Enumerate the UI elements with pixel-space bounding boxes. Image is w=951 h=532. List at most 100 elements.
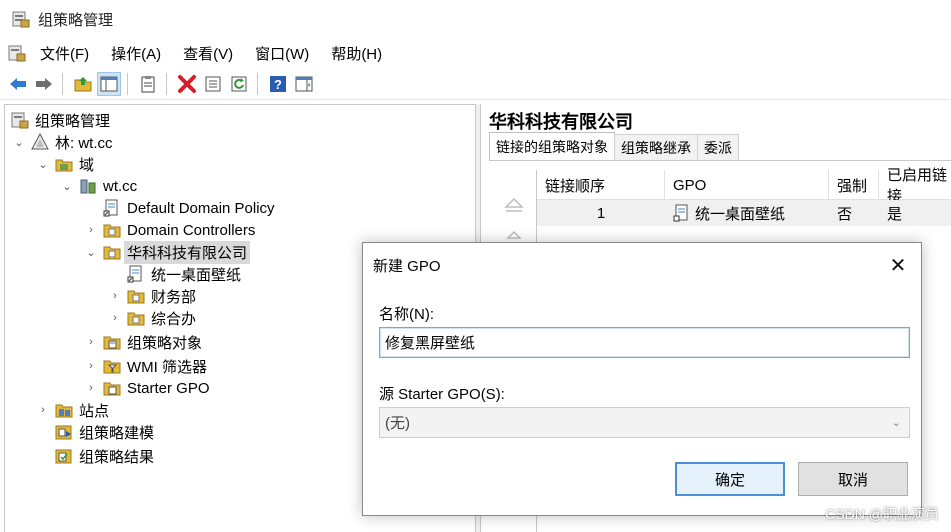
menu-view[interactable]: 查看(V) (179, 43, 237, 64)
tree-item-gpo-objects[interactable]: › 组策略对象 (85, 331, 202, 353)
move-to-top-icon[interactable] (503, 196, 525, 216)
dialog-titlebar: 新建 GPO ✕ (363, 243, 921, 287)
gpo-link-icon (673, 204, 688, 222)
toolbar: ? (0, 68, 951, 100)
tree-label: 综合办 (151, 310, 197, 328)
show-tree-icon[interactable] (97, 71, 121, 96)
toolbar-separator (257, 72, 258, 95)
properties-icon[interactable] (201, 72, 225, 96)
tree-item-gpo-link[interactable]: 统一桌面壁纸 (127, 263, 241, 285)
ou-folder-icon (103, 246, 121, 260)
tree-label: 华科科技有限公司 (124, 240, 251, 264)
menubar: 文件(F) 操作(A) 查看(V) 窗口(W) 帮助(H) (0, 40, 951, 66)
column-link-enabled[interactable]: 已启用链接 (879, 167, 951, 205)
column-gpo[interactable]: GPO (665, 170, 829, 200)
chevron-right-icon[interactable]: › (109, 290, 121, 302)
tree-label: 组策略建模 (79, 424, 155, 442)
domains-folder-icon (55, 159, 73, 172)
delete-icon[interactable] (175, 72, 199, 96)
chevron-right-icon[interactable]: › (85, 382, 97, 394)
watermark: CSDN @职业演员 (825, 506, 939, 522)
tab-linked-gpos[interactable]: 链接的组策略对象 (489, 132, 615, 160)
tree-item-ou-general[interactable]: › 综合办 (109, 307, 196, 329)
chevron-right-icon[interactable]: › (37, 404, 49, 416)
tree-label: 域 (79, 156, 95, 174)
clipboard-icon[interactable] (136, 72, 160, 96)
ou-folder-icon (127, 290, 145, 304)
tree-label: Starter GPO (127, 379, 210, 397)
name-label: 名称(N): (379, 306, 434, 323)
tree-item-domain[interactable]: ⌄ wt.cc (61, 175, 137, 197)
tree-item-forest[interactable]: ⌄ 林: wt.cc (13, 131, 113, 153)
chevron-down-icon[interactable]: ⌄ (61, 180, 73, 193)
tree-label: 组策略结果 (79, 448, 155, 466)
tree-label: Default Domain Policy (127, 199, 275, 217)
tree-item-modeling[interactable]: 组策略建模 (55, 421, 154, 443)
window-title: 组策略管理 (38, 11, 114, 29)
starter-gpo-value: (无) (385, 415, 410, 432)
cell-link-order: 1 (596, 204, 606, 222)
ou-folder-icon (103, 224, 121, 238)
move-up-icon[interactable] (503, 220, 525, 240)
tree-item-gpmc-root[interactable]: 组策略管理 (11, 109, 110, 131)
starter-gpo-label: 源 Starter GPO(S): (379, 386, 505, 403)
action-pane-icon[interactable] (292, 72, 316, 96)
chevron-down-icon[interactable]: ⌄ (37, 158, 49, 171)
tab-inheritance[interactable]: 组策略继承 (614, 134, 698, 160)
chevron-down-icon[interactable]: ⌄ (13, 136, 25, 149)
link-order-arrows (503, 196, 527, 244)
column-link-order[interactable]: 链接顺序 (537, 170, 665, 200)
toolbar-separator (62, 72, 63, 95)
gpmc-menu-icon[interactable] (8, 44, 26, 62)
tree-label: 财务部 (151, 288, 197, 306)
dialog-title: 新建 GPO (373, 257, 441, 275)
menu-file[interactable]: 文件(F) (36, 43, 93, 64)
ok-button[interactable]: 确定 (675, 462, 785, 496)
forward-arrow-icon[interactable] (32, 72, 56, 96)
chevron-right-icon[interactable]: › (85, 360, 97, 372)
close-icon[interactable]: ✕ (875, 243, 921, 287)
table-row[interactable]: 1 统一桌面壁纸 否 是 (537, 200, 951, 226)
tree-item-default-domain-policy[interactable]: Default Domain Policy (103, 197, 275, 219)
toolbar-separator (127, 72, 128, 95)
tree-item-domain-controllers[interactable]: › Domain Controllers (85, 219, 255, 241)
ou-folder-icon (127, 312, 145, 326)
up-folder-icon[interactable] (71, 72, 95, 96)
gpo-name-input[interactable] (379, 327, 910, 358)
details-tabs: 链接的组策略对象 组策略继承 委派 (489, 132, 739, 160)
tree-label: 站点 (79, 402, 110, 420)
chevron-right-icon[interactable]: › (109, 312, 121, 324)
chevron-right-icon[interactable]: › (85, 224, 97, 236)
wmi-filter-icon (103, 360, 121, 374)
window-titlebar: 组策略管理 (0, 0, 951, 38)
tree-item-domains[interactable]: ⌄ 域 (37, 153, 94, 175)
gp-modeling-icon (55, 425, 72, 440)
toolbar-separator (166, 72, 167, 95)
tree-label: 组策略对象 (127, 334, 203, 352)
menu-help[interactable]: 帮助(H) (327, 43, 386, 64)
starter-gpo-select[interactable]: (无) ⌄ (379, 407, 910, 438)
sites-icon (55, 404, 73, 418)
tree-item-results[interactable]: 组策略结果 (55, 445, 154, 467)
menu-window[interactable]: 窗口(W) (251, 43, 313, 64)
starter-gpo-folder-icon (103, 382, 121, 396)
chevron-right-icon[interactable]: › (85, 336, 97, 348)
menu-action[interactable]: 操作(A) (107, 43, 165, 64)
new-gpo-dialog: 新建 GPO ✕ 名称(N): 源 Starter GPO(S): (无) ⌄ … (362, 242, 922, 516)
table-header: 链接顺序 GPO 强制 已启用链接 (537, 167, 951, 205)
tree-item-starter-gpo[interactable]: › Starter GPO (85, 377, 210, 399)
tree-item-ou-finance[interactable]: › 财务部 (109, 285, 196, 307)
back-arrow-icon[interactable] (6, 72, 30, 96)
refresh-icon[interactable] (227, 72, 251, 96)
domain-icon (80, 179, 96, 194)
cancel-button[interactable]: 取消 (798, 462, 908, 496)
tree-item-ou-selected[interactable]: ⌄ 华科科技有限公司 (85, 240, 251, 264)
forest-icon (31, 133, 49, 150)
tree-item-sites[interactable]: › 站点 (37, 399, 109, 421)
tab-delegation[interactable]: 委派 (697, 134, 739, 160)
gpo-link-icon (103, 199, 118, 217)
help-icon[interactable]: ? (266, 72, 290, 96)
tree-item-wmi-filters[interactable]: › WMI 筛选器 (85, 355, 207, 377)
column-enforced[interactable]: 强制 (829, 170, 879, 200)
chevron-down-icon[interactable]: ⌄ (85, 246, 97, 259)
